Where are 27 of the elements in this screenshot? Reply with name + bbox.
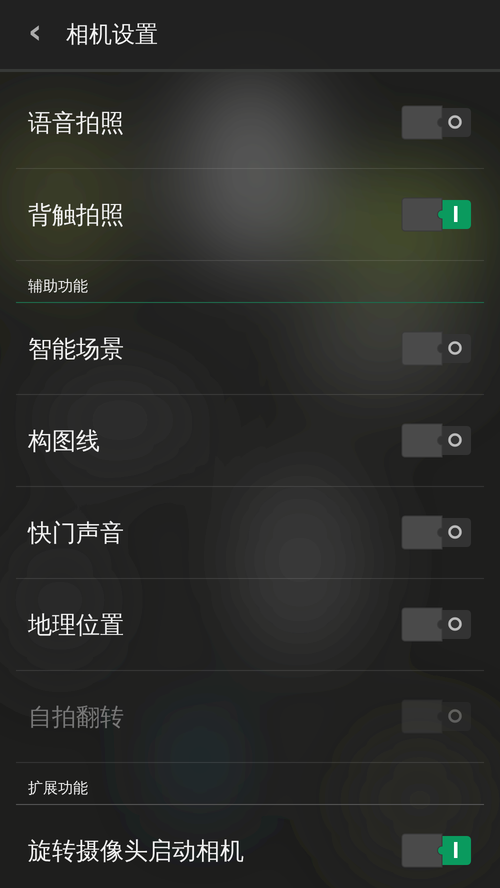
setting-label: 背触拍照: [28, 200, 124, 230]
off-ring-icon: [448, 433, 462, 447]
setting-label: 语音拍照: [28, 108, 124, 138]
toggle-switch[interactable]: [401, 197, 472, 232]
toggle-switch[interactable]: [401, 607, 472, 642]
setting-label: 地理位置: [28, 610, 124, 640]
section-header: 扩展功能: [28, 779, 88, 798]
toggle-switch[interactable]: [401, 833, 472, 868]
setting-label: 自拍翻转: [28, 702, 124, 732]
off-ring-icon: [448, 617, 462, 631]
setting-label: 智能场景: [28, 334, 124, 364]
on-bar-icon: [454, 206, 458, 222]
off-ring-icon: [448, 341, 462, 355]
section-header: 辅助功能: [28, 277, 88, 296]
setting-label: 旋转摄像头启动相机: [28, 836, 244, 866]
back-button[interactable]: ‹: [28, 14, 66, 48]
page-title: 相机设置: [66, 21, 158, 50]
off-ring-icon: [448, 709, 462, 723]
toggle-switch[interactable]: [401, 423, 472, 458]
setting-label: 快门声音: [28, 518, 124, 548]
toggle-switch[interactable]: [401, 105, 472, 140]
off-ring-icon: [448, 525, 462, 539]
off-ring-icon: [448, 115, 462, 129]
on-bar-icon: [454, 842, 458, 858]
setting-label: 构图线: [28, 426, 100, 456]
toggle-switch[interactable]: [401, 331, 472, 366]
toggle-switch[interactable]: [401, 515, 472, 550]
